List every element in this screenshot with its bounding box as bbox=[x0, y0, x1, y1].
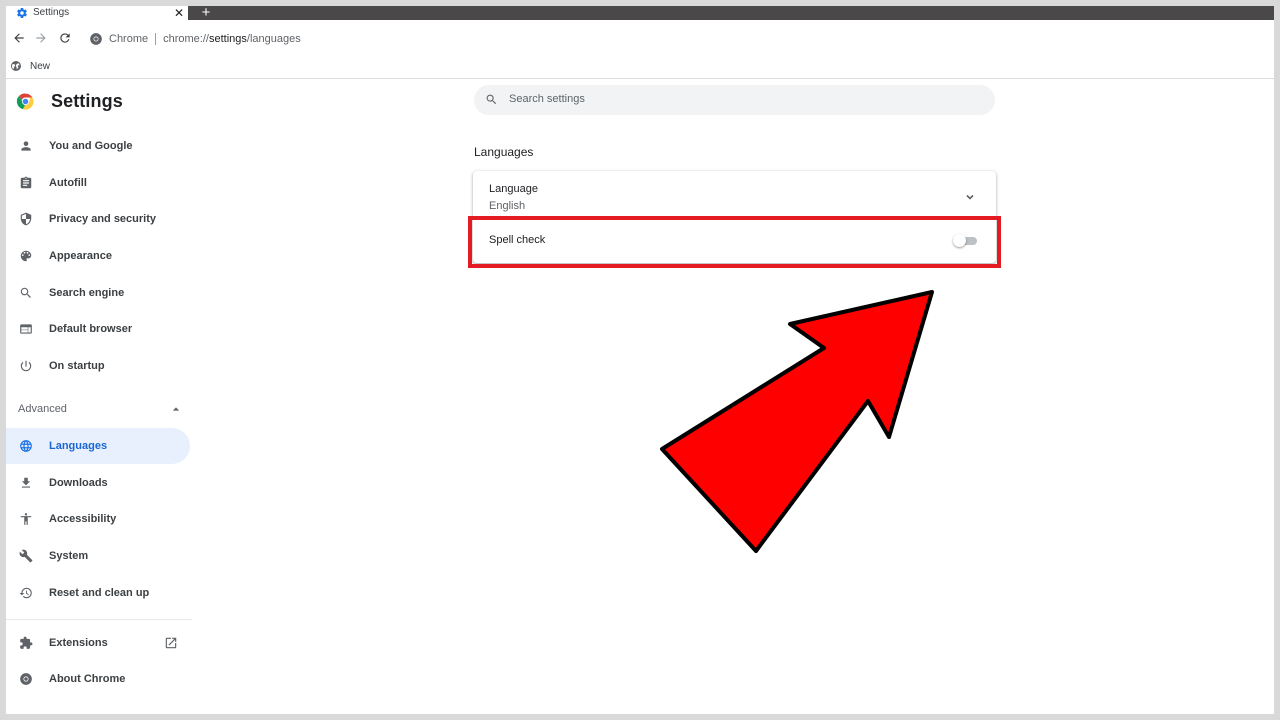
tab-strip: Settings ✕ + bbox=[6, 6, 1274, 20]
sidebar-item-label: Default browser bbox=[49, 323, 133, 335]
sidebar-item-label: Autofill bbox=[49, 177, 87, 189]
sidebar-item-default-browser[interactable]: Default browser bbox=[6, 311, 190, 347]
forward-button[interactable] bbox=[32, 29, 50, 47]
sidebar-item-on-startup[interactable]: On startup bbox=[6, 348, 190, 384]
sidebar-item-label: Search engine bbox=[49, 287, 125, 299]
sidebar-item-system[interactable]: System bbox=[6, 538, 190, 574]
shield-icon bbox=[20, 212, 32, 226]
advanced-toggle[interactable]: Advanced bbox=[18, 400, 180, 418]
settings-header: Settings bbox=[16, 90, 123, 112]
sidebar-item-accessibility[interactable]: Accessibility bbox=[6, 501, 190, 537]
bookmark-new[interactable]: New bbox=[10, 58, 50, 74]
gear-icon bbox=[17, 7, 27, 19]
reload-button[interactable] bbox=[56, 29, 74, 47]
url-path: /languages bbox=[246, 33, 301, 45]
reload-icon bbox=[60, 33, 70, 43]
sidebar-item-languages[interactable]: Languages bbox=[6, 428, 190, 464]
page-title: Settings bbox=[51, 90, 123, 111]
sidebar-item-label: You and Google bbox=[49, 140, 133, 152]
chrome-logo-icon bbox=[90, 33, 102, 45]
search-placeholder: Search settings bbox=[509, 93, 585, 105]
url-text: chrome://settings/languages bbox=[163, 33, 301, 45]
puzzle-icon bbox=[20, 636, 33, 649]
sidebar-item-label: Downloads bbox=[49, 477, 108, 489]
chrome-logo-icon bbox=[16, 93, 34, 110]
search-icon bbox=[20, 287, 31, 298]
url-host: settings bbox=[208, 33, 247, 45]
open-in-new-icon[interactable] bbox=[164, 636, 178, 650]
wrench-icon bbox=[19, 549, 33, 563]
sidebar-item-label: Accessibility bbox=[49, 513, 117, 525]
search-settings-input[interactable]: Search settings bbox=[474, 85, 995, 115]
spell-check-row: Spell check bbox=[473, 218, 996, 263]
bookmarks-bar: New bbox=[6, 55, 1274, 79]
power-icon bbox=[20, 360, 32, 372]
person-icon bbox=[21, 141, 31, 151]
sidebar-item-search-engine[interactable]: Search engine bbox=[6, 275, 190, 311]
url-scheme: chrome:// bbox=[163, 33, 209, 45]
sidebar-item-reset[interactable]: Reset and clean up bbox=[6, 575, 190, 611]
chrome-logo-icon bbox=[20, 673, 32, 685]
clipboard-icon bbox=[20, 176, 32, 189]
sidebar-item-autofill[interactable]: Autofill bbox=[6, 165, 190, 201]
search-icon bbox=[486, 94, 497, 105]
new-tab-button[interactable]: + bbox=[198, 6, 214, 20]
language-row-title: Language bbox=[489, 183, 538, 195]
address-bar[interactable]: Chrome chrome://settings/languages bbox=[86, 28, 1274, 50]
palette-icon bbox=[20, 250, 32, 262]
sidebar-item-about-chrome[interactable]: About Chrome bbox=[6, 661, 190, 697]
sidebar-item-privacy[interactable]: Privacy and security bbox=[6, 201, 190, 237]
sidebar-item-label: Appearance bbox=[49, 250, 112, 262]
advanced-label: Advanced bbox=[18, 403, 67, 415]
spell-check-toggle[interactable] bbox=[953, 234, 977, 247]
accessibility-icon bbox=[20, 513, 32, 525]
browser-window: Settings ✕ + Chrome chrome://settings/la… bbox=[6, 6, 1274, 714]
sidebar-item-appearance[interactable]: Appearance bbox=[6, 238, 190, 274]
sidebar-item-label: About Chrome bbox=[49, 673, 126, 685]
spell-check-label: Spell check bbox=[489, 234, 546, 246]
chevron-down-icon bbox=[966, 194, 974, 200]
sidebar-item-label: Extensions bbox=[49, 637, 108, 649]
tab-settings[interactable]: Settings ✕ bbox=[6, 6, 188, 20]
arrow-right-icon bbox=[36, 33, 46, 43]
languages-card: Language English Spell check bbox=[473, 171, 996, 263]
bookmark-label: New bbox=[30, 60, 51, 72]
browser-window-icon bbox=[20, 324, 32, 334]
back-button[interactable] bbox=[10, 29, 28, 47]
download-icon bbox=[21, 477, 31, 488]
history-icon bbox=[19, 587, 32, 599]
sidebar-item-label: System bbox=[49, 550, 89, 562]
sidebar-item-label: Languages bbox=[49, 440, 108, 452]
sidebar-item-you-and-google[interactable]: You and Google bbox=[6, 128, 190, 164]
globe-icon bbox=[20, 440, 32, 452]
caret-up-icon bbox=[172, 407, 180, 411]
sidebar-item-label: On startup bbox=[49, 360, 105, 372]
toggle-knob bbox=[953, 234, 966, 247]
sidebar-item-label: Reset and clean up bbox=[49, 587, 150, 599]
section-title: Languages bbox=[474, 145, 534, 159]
omnibox-chip: Chrome bbox=[109, 33, 149, 45]
sidebar-item-label: Privacy and security bbox=[49, 213, 157, 225]
toolbar: Chrome chrome://settings/languages bbox=[6, 20, 1274, 58]
sidebar-divider bbox=[6, 619, 192, 620]
sidebar-item-downloads[interactable]: Downloads bbox=[6, 465, 190, 501]
tab-title: Settings bbox=[33, 7, 70, 18]
annotation-arrow-shape bbox=[660, 290, 934, 553]
close-tab-icon[interactable]: ✕ bbox=[172, 6, 186, 20]
omnibox-separator bbox=[155, 33, 157, 45]
sidebar-item-extensions[interactable]: Extensions bbox=[6, 625, 190, 661]
language-row-value: English bbox=[489, 200, 526, 212]
globe-icon bbox=[11, 61, 21, 71]
arrow-left-icon bbox=[14, 33, 24, 43]
language-row[interactable]: Language English bbox=[473, 171, 996, 217]
